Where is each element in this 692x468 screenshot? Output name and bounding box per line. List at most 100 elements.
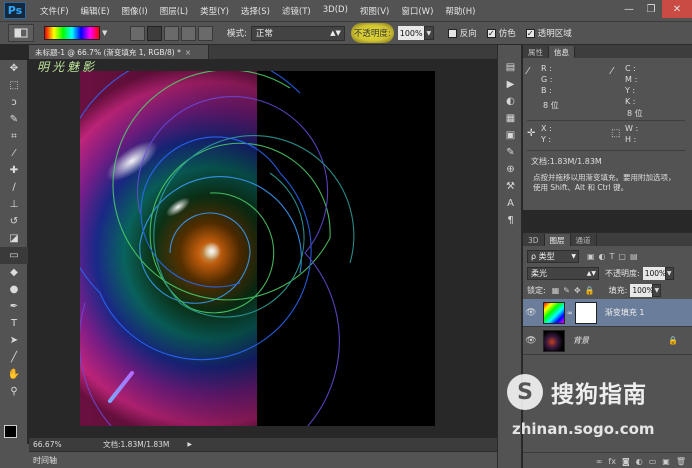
reflected-gradient-button[interactable]: [181, 25, 196, 41]
blur-tool-icon[interactable]: ◆: [0, 264, 28, 281]
restore-button[interactable]: ❐: [640, 0, 662, 18]
clone-stamp-tool-icon[interactable]: ⊥: [0, 196, 28, 213]
reverse-checkbox[interactable]: 反向: [447, 27, 477, 39]
menu-layer[interactable]: 图层(L): [154, 5, 194, 17]
tab-channels[interactable]: 通道: [571, 234, 597, 246]
pen-tool-icon[interactable]: ✒: [0, 298, 28, 315]
layer-mask-thumbnail: [574, 301, 597, 324]
tool-preset-picker[interactable]: [8, 24, 34, 42]
timeline-bar[interactable]: 时间轴: [29, 451, 497, 468]
menu-filter[interactable]: 滤镜(T): [276, 5, 317, 17]
tab-3d[interactable]: 3D: [523, 234, 545, 246]
mode-select[interactable]: 正常 ▲▼: [250, 25, 345, 41]
layer-filter-icons[interactable]: ▣◐T▢▤: [587, 252, 642, 261]
menu-type[interactable]: 类型(Y): [194, 5, 235, 17]
add-mask-icon[interactable]: ◙: [622, 457, 630, 466]
opacity-dropdown[interactable]: ▼: [423, 26, 434, 40]
tab-layers[interactable]: 图层: [544, 234, 571, 246]
tab-info[interactable]: 信息: [549, 46, 575, 58]
blend-mode-select[interactable]: 柔光 ▲▼: [527, 267, 599, 280]
menu-file[interactable]: 文件(F): [34, 5, 75, 17]
document-tab-title: 未标题-1 @ 66.7% (渐变填充 1, RGB/8) *: [35, 47, 181, 57]
layer-name: 背景: [573, 336, 589, 345]
layer-opacity-input[interactable]: 100%: [642, 267, 666, 280]
shape-tool-icon[interactable]: ╱: [0, 349, 28, 366]
checkbox-box[interactable]: [447, 28, 457, 38]
layer-opacity-dropdown[interactable]: ▼: [664, 267, 674, 280]
opacity-label-highlight: 不透明度:: [350, 23, 394, 43]
type-tool-icon[interactable]: T: [0, 315, 28, 332]
eyedropper-tool-icon[interactable]: ⁄: [0, 145, 28, 162]
image-canvas[interactable]: [80, 71, 435, 426]
tool-presets-panel-icon[interactable]: ⚒: [498, 178, 523, 195]
character-panel-icon[interactable]: A: [498, 195, 523, 212]
history-panel-icon[interactable]: ▤: [498, 59, 523, 76]
dodge-tool-icon[interactable]: ●: [0, 281, 28, 298]
fill-dropdown[interactable]: ▼: [652, 284, 662, 297]
opacity-input[interactable]: 100%: [397, 26, 424, 40]
zoom-tool-icon[interactable]: ⚲: [0, 383, 28, 400]
tab-properties[interactable]: 属性: [523, 46, 549, 58]
brush-panel-icon[interactable]: ✎: [498, 144, 523, 161]
chevron-down-icon[interactable]: ▼: [102, 29, 112, 37]
diamond-gradient-button[interactable]: [198, 25, 213, 41]
quick-select-tool-icon[interactable]: ✎: [0, 111, 28, 128]
selection-size-icon: ⬚: [611, 128, 621, 139]
status-menu-arrow[interactable]: ▶: [187, 441, 192, 448]
history-brush-tool-icon[interactable]: ↺: [0, 213, 28, 230]
gradient-swatch[interactable]: [44, 26, 100, 40]
menu-help[interactable]: 帮助(H): [439, 5, 481, 17]
lock-icons[interactable]: ▦✎✥🔒: [552, 286, 599, 295]
zoom-level[interactable]: 66.67%: [29, 440, 93, 449]
eraser-tool-icon[interactable]: ◪: [0, 230, 28, 247]
new-group-icon[interactable]: ▭: [649, 457, 657, 466]
checkbox-box[interactable]: ✓: [486, 28, 496, 38]
linear-gradient-button[interactable]: [130, 25, 145, 41]
swatches-panel-icon[interactable]: ▦: [498, 110, 523, 127]
brush-tool-icon[interactable]: ∕: [0, 179, 28, 196]
close-icon[interactable]: ×: [185, 48, 191, 57]
layer-style-icon[interactable]: fx: [608, 457, 616, 466]
radial-gradient-button[interactable]: [147, 25, 162, 41]
menu-image[interactable]: 图像(I): [116, 5, 154, 17]
minimize-button[interactable]: —: [618, 0, 640, 18]
menu-3d[interactable]: 3D(D): [317, 5, 354, 17]
menu-select[interactable]: 选择(S): [235, 5, 276, 17]
actions-panel-icon[interactable]: ▶: [498, 76, 523, 93]
menu-view[interactable]: 视图(V): [354, 5, 395, 17]
paragraph-panel-icon[interactable]: ¶: [498, 212, 523, 229]
layer-row-gradient-fill[interactable]: 👁 ∞ 渐变填充 1: [523, 299, 692, 327]
info-x-label: X :: [541, 124, 552, 133]
healing-brush-tool-icon[interactable]: ✚: [0, 162, 28, 179]
checkbox-box[interactable]: ✓: [525, 28, 535, 38]
hand-tool-icon[interactable]: ✋: [0, 366, 28, 383]
link-layers-icon[interactable]: ∞: [596, 457, 603, 466]
adjustments-panel-icon[interactable]: ◐: [498, 93, 523, 110]
eye-icon[interactable]: 👁: [523, 336, 539, 346]
document-tab[interactable]: 未标题-1 @ 66.7% (渐变填充 1, RGB/8) * ×: [29, 45, 209, 59]
angle-gradient-button[interactable]: [164, 25, 179, 41]
transparency-checkbox[interactable]: ✓ 透明区域: [525, 27, 572, 39]
foreground-color[interactable]: [4, 425, 17, 438]
close-button[interactable]: ✕: [662, 0, 692, 18]
gradient-tool-icon[interactable]: ▭: [0, 247, 28, 264]
new-layer-icon[interactable]: ▣: [662, 457, 670, 466]
fill-input[interactable]: 100%: [630, 284, 654, 297]
move-tool-icon[interactable]: ✥: [0, 60, 28, 77]
eye-icon[interactable]: 👁: [523, 308, 539, 318]
styles-panel-icon[interactable]: ▣: [498, 127, 523, 144]
crop-tool-icon[interactable]: ⌗: [0, 128, 28, 145]
transparency-label: 透明区域: [537, 29, 572, 39]
layer-row-background[interactable]: 👁 背景 🔒: [523, 327, 692, 355]
window-controls: — ❐ ✕: [618, 0, 692, 18]
dither-checkbox[interactable]: ✓ 仿色: [486, 27, 516, 39]
menu-window[interactable]: 窗口(W): [395, 5, 439, 17]
adjustment-layer-icon[interactable]: ◐: [636, 457, 643, 466]
trash-icon[interactable]: 🗑: [676, 457, 686, 466]
menu-edit[interactable]: 编辑(E): [75, 5, 116, 17]
path-select-tool-icon[interactable]: ➤: [0, 332, 28, 349]
lasso-tool-icon[interactable]: ↄ: [0, 94, 28, 111]
clone-source-panel-icon[interactable]: ⊕: [498, 161, 523, 178]
marquee-tool-icon[interactable]: ⬚: [0, 77, 28, 94]
layer-filter-select[interactable]: ρ 类型 ▼: [527, 250, 579, 263]
